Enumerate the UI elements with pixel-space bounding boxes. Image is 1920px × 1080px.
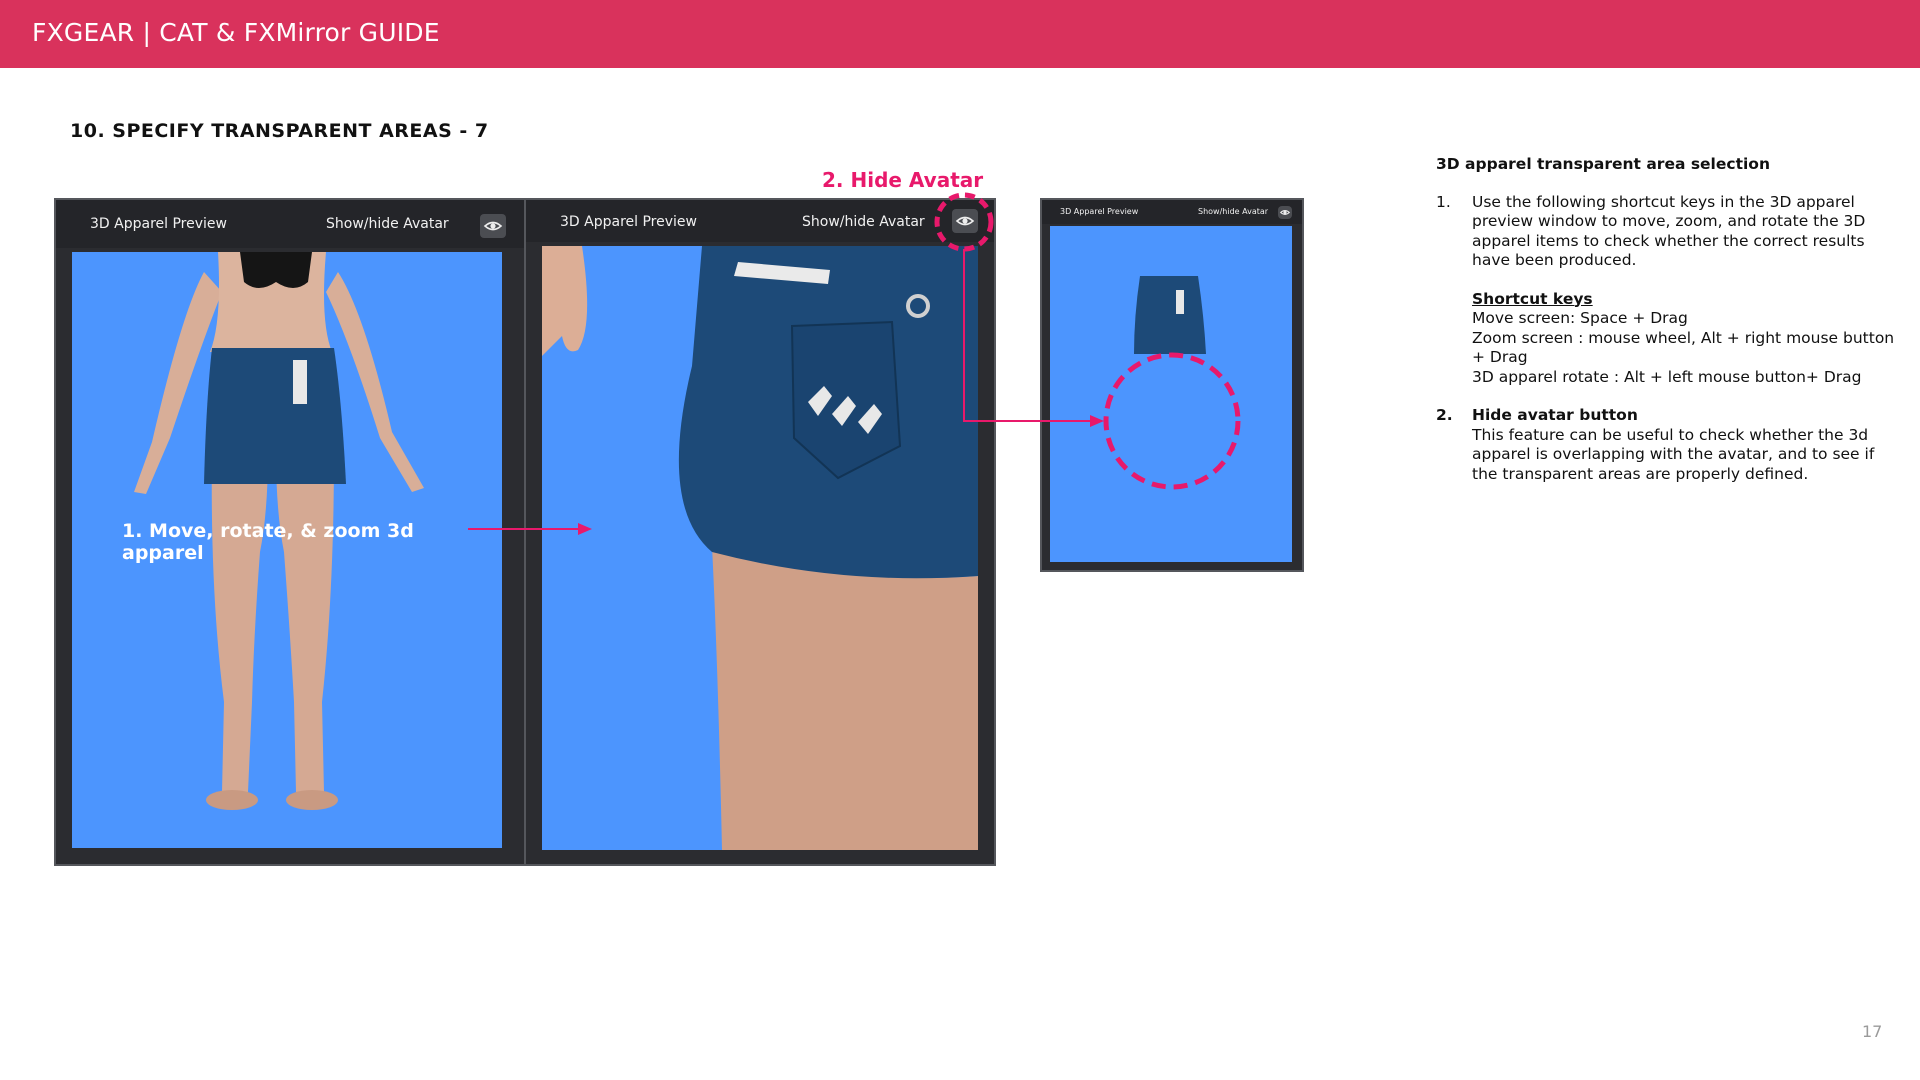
shortcut-zoom: Zoom screen : mouse wheel, Alt + right m…: [1472, 328, 1895, 367]
panel-3-title: 3D Apparel Preview: [1060, 207, 1139, 216]
guide-step-2: 2. Hide avatar button This feature can b…: [1436, 406, 1896, 484]
shortcut-move: Move screen: Space + Drag: [1472, 309, 1688, 327]
panel-3-viewport[interactable]: [1050, 226, 1292, 562]
step-2-text: This feature can be useful to check whet…: [1472, 425, 1875, 483]
show-hide-avatar-button[interactable]: [952, 209, 978, 233]
step-2-number: 2.: [1436, 406, 1453, 424]
header-title: FXGEAR | CAT & FXMirror GUIDE: [32, 18, 440, 47]
guide-step-1: 1. Use the following shortcut keys in th…: [1436, 193, 1896, 388]
guide-heading: 3D apparel transparent area selection: [1436, 155, 1770, 173]
section-title: 10. SPECIFY TRANSPARENT AREAS - 7: [70, 120, 489, 142]
shortcut-keys-heading: Shortcut keys: [1472, 289, 1593, 308]
panel-3-title-bar: 3D Apparel Preview Show/hide Avatar: [1042, 200, 1302, 224]
step-2-title: Hide avatar button: [1472, 406, 1638, 424]
zoomed-skirt-render: [542, 246, 978, 850]
panel-3-toggle-label: Show/hide Avatar: [1198, 207, 1269, 216]
page-number: 17: [1862, 1022, 1883, 1041]
eye-icon: [955, 216, 975, 226]
panel-2-title: 3D Apparel Preview: [560, 214, 697, 230]
guide-instructions: 3D apparel transparent area selection 1.…: [1436, 155, 1896, 484]
panel-2-title-bar: 3D Apparel Preview Show/hide Avatar: [526, 200, 994, 242]
panel-1-title: 3D Apparel Preview: [90, 216, 227, 232]
panel-1-title-bar: 3D Apparel Preview Show/hide Avatar: [56, 200, 524, 248]
hidden-avatar-skirt-render: [1134, 276, 1206, 354]
shortcut-rotate: 3D apparel rotate : Alt + left mouse but…: [1472, 367, 1862, 386]
panel-2-viewport[interactable]: [542, 246, 978, 850]
header-bar: FXGEAR | CAT & FXMirror GUIDE: [0, 0, 1920, 68]
apparel-preview-panel-2: 3D Apparel Preview Show/hide Avatar: [524, 198, 996, 866]
eye-icon: [1279, 210, 1291, 215]
callout-hide-avatar: 2. Hide Avatar: [822, 168, 984, 192]
panel-1-toggle-label: Show/hide Avatar: [326, 216, 449, 232]
eye-icon: [483, 221, 503, 231]
callout-move-rotate-zoom: 1. Move, rotate, & zoom 3d apparel: [122, 520, 414, 564]
panel-1-viewport[interactable]: 1. Move, rotate, & zoom 3d apparel: [72, 252, 502, 848]
step-1-number: 1.: [1436, 192, 1451, 211]
apparel-preview-panel-3: 3D Apparel Preview Show/hide Avatar: [1040, 198, 1304, 572]
step-1-text: Use the following shortcut keys in the 3…: [1472, 192, 1866, 270]
show-hide-avatar-button[interactable]: [1278, 206, 1292, 219]
panel-2-toggle-label: Show/hide Avatar: [802, 214, 925, 230]
apparel-preview-panel-1: 3D Apparel Preview Show/hide Avatar 1. M…: [54, 198, 526, 866]
show-hide-avatar-button[interactable]: [480, 214, 506, 238]
